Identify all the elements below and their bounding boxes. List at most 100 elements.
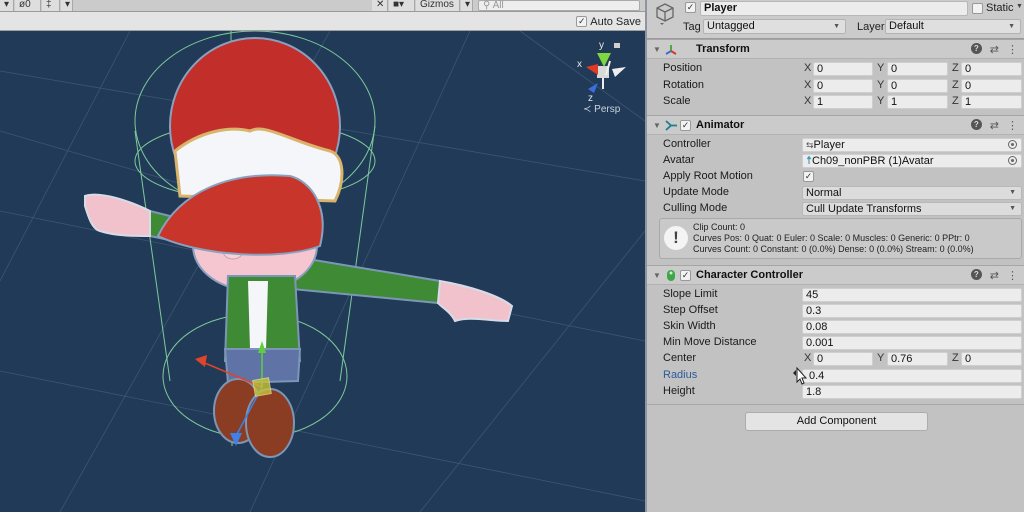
character-controller-header[interactable]: ▼ ✓ Character Controller ? ⇄ ⋮ <box>647 265 1024 285</box>
height-row: Height 1.8 <box>647 384 1024 400</box>
apply-root-motion-checkbox[interactable]: ✓ <box>803 171 814 182</box>
scene-view: ▾ ø0 ‡ ▾ ✕ ■▾ Gizmos ▾ ⚲ All ✓ Auto Save <box>0 0 645 512</box>
slope-limit-field[interactable]: 45 <box>802 288 1022 302</box>
inspector-panel: ✓ Player Static ▼ Tag Untagged ▼ Layer De… <box>645 0 1024 512</box>
center-x-field[interactable]: 0 <box>813 352 873 366</box>
projection-toggle[interactable]: ≺ Persp <box>583 104 620 115</box>
scene-viewport[interactable]: x y z ≺ Persp <box>0 31 645 512</box>
character-controller-enabled-checkbox[interactable]: ✓ <box>680 270 691 281</box>
camera-dropdown[interactable]: ■▾ <box>389 0 415 11</box>
rotation-row: Rotation X 0 Y 0 Z 0 <box>647 78 1024 94</box>
help-icon[interactable]: ? <box>970 119 982 130</box>
height-field[interactable]: 1.8 <box>802 385 1022 399</box>
transform-header[interactable]: ▼ Transform ? ⇄ ⋮ <box>647 39 1024 59</box>
scale-x-field[interactable]: 1 <box>813 95 873 109</box>
animator-info-box: ! Clip Count: 0 Curves Pos: 0 Quat: 0 Eu… <box>659 218 1022 259</box>
scale-row: Scale X 1 Y 1 Z 1 <box>647 94 1024 110</box>
lock-icon <box>614 43 620 48</box>
min-move-distance-row: Min Move Distance 0.001 <box>647 335 1024 351</box>
position-z-field[interactable]: 0 <box>961 62 1022 76</box>
character-controller-icon <box>667 270 675 281</box>
chevron-down-icon: ▼ <box>1009 189 1016 196</box>
scene-search-input[interactable]: ⚲ All <box>478 0 640 11</box>
animator-header[interactable]: ▼ ✓ Animator ? ⇄ ⋮ <box>647 115 1024 135</box>
auto-save-checkbox[interactable]: ✓ <box>576 16 588 27</box>
gizmo-axis-z-label: z <box>588 93 593 104</box>
avatar-field[interactable]: ☨Ch09_nonPBR (1)Avatar <box>802 154 1022 168</box>
rotation-x-field[interactable]: 0 <box>813 79 873 93</box>
check-icon: ✓ <box>681 270 690 280</box>
rotation-z-field[interactable]: 0 <box>961 79 1022 93</box>
tag-label: Tag <box>683 21 701 33</box>
rotation-y-field[interactable]: 0 <box>887 79 948 93</box>
help-icon[interactable]: ? <box>970 43 982 54</box>
gizmos-button[interactable]: Gizmos <box>416 0 460 11</box>
grid-toggle[interactable]: ‡ <box>42 0 60 11</box>
scene-toolbar: ▾ ø0 ‡ ▾ ✕ ■▾ Gizmos ▾ ⚲ All <box>0 0 645 12</box>
foldout-icon[interactable]: ▼ <box>653 121 661 130</box>
controller-field[interactable]: ⇆Player <box>802 138 1022 152</box>
static-checkbox[interactable] <box>972 3 983 14</box>
animator-enabled-checkbox[interactable]: ✓ <box>680 120 691 131</box>
skin-width-field[interactable]: 0.08 <box>802 320 1022 334</box>
component-title: Transform <box>696 43 750 55</box>
transform-axes-icon <box>665 45 677 55</box>
auto-save-toggle[interactable]: ✓ Auto Save <box>576 14 641 29</box>
kebab-menu-icon[interactable]: ⋮ <box>1007 269 1018 282</box>
tools-button[interactable]: ✕ <box>372 0 388 11</box>
controller-row: Controller ⇆Player <box>647 137 1024 153</box>
chevron-down-icon[interactable]: ▼ <box>1016 3 1023 10</box>
scene-canvas <box>0 31 645 512</box>
gizmos-dropdown[interactable]: ▾ <box>461 0 473 11</box>
scene-subbar: ✓ Auto Save <box>0 12 645 31</box>
draw-mode-dropdown[interactable]: ▾ <box>0 0 14 11</box>
tag-dropdown[interactable]: Untagged ▼ <box>703 19 846 34</box>
chevron-down-icon: ▾ <box>4 0 10 10</box>
culling-mode-dropdown[interactable]: Cull Update Transforms ▼ <box>802 202 1022 216</box>
scale-z-field[interactable]: 1 <box>961 95 1022 109</box>
game-object-header: ✓ Player Static ▼ Tag Untagged ▼ Layer De… <box>647 0 1024 39</box>
culling-mode-row: Culling Mode Cull Update Transforms ▼ <box>647 201 1024 217</box>
chevron-down-icon: ▼ <box>1008 23 1015 30</box>
help-icon[interactable]: ? <box>970 269 982 280</box>
grid-dropdown[interactable]: ▾ <box>61 0 73 11</box>
orientation-gizmo[interactable] <box>586 43 626 93</box>
visibility-toggle[interactable]: ø0 <box>15 0 41 11</box>
foldout-icon[interactable]: ▼ <box>653 45 661 54</box>
cube-icon[interactable] <box>654 2 676 26</box>
center-y-field[interactable]: 0.76 <box>887 352 948 366</box>
foldout-icon[interactable]: ▼ <box>653 271 661 280</box>
presets-icon[interactable]: ⇄ <box>990 269 999 282</box>
presets-icon[interactable]: ⇄ <box>990 43 999 56</box>
auto-save-label: Auto Save <box>590 15 641 28</box>
object-picker-icon[interactable] <box>1008 140 1017 149</box>
check-icon: ✓ <box>681 120 690 130</box>
object-name-input[interactable]: Player <box>700 1 968 16</box>
step-offset-row: Step Offset 0.3 <box>647 303 1024 319</box>
layer-dropdown[interactable]: Default ▼ <box>885 19 1021 34</box>
slope-limit-row: Slope Limit 45 <box>647 287 1024 303</box>
avatar-row: Avatar ☨Ch09_nonPBR (1)Avatar <box>647 153 1024 169</box>
chevron-down-icon: ▾ <box>465 0 471 10</box>
step-offset-field[interactable]: 0.3 <box>802 304 1022 318</box>
scale-y-field[interactable]: 1 <box>887 95 948 109</box>
center-z-field[interactable]: 0 <box>961 352 1022 366</box>
update-mode-dropdown[interactable]: Normal ▼ <box>802 186 1022 200</box>
kebab-menu-icon[interactable]: ⋮ <box>1007 43 1018 56</box>
min-move-distance-field[interactable]: 0.001 <box>802 336 1022 350</box>
active-checkbox[interactable]: ✓ <box>685 2 696 13</box>
chevron-down-icon: ▼ <box>833 23 840 30</box>
search-icon: ⚲ <box>483 0 493 11</box>
chevron-down-icon: ▾ <box>65 0 71 10</box>
position-x-field[interactable]: 0 <box>813 62 873 76</box>
cursor-icon <box>793 367 808 385</box>
add-component-button[interactable]: Add Component <box>745 412 928 431</box>
radius-field[interactable]: 0.4 <box>802 369 1022 383</box>
camera-icon: ■▾ <box>393 0 405 10</box>
grid-icon: ‡ <box>46 0 52 10</box>
object-picker-icon[interactable] <box>1008 156 1017 165</box>
gizmo-axis-x-label: x <box>577 59 582 70</box>
presets-icon[interactable]: ⇄ <box>990 119 999 132</box>
position-y-field[interactable]: 0 <box>887 62 948 76</box>
kebab-menu-icon[interactable]: ⋮ <box>1007 119 1018 132</box>
